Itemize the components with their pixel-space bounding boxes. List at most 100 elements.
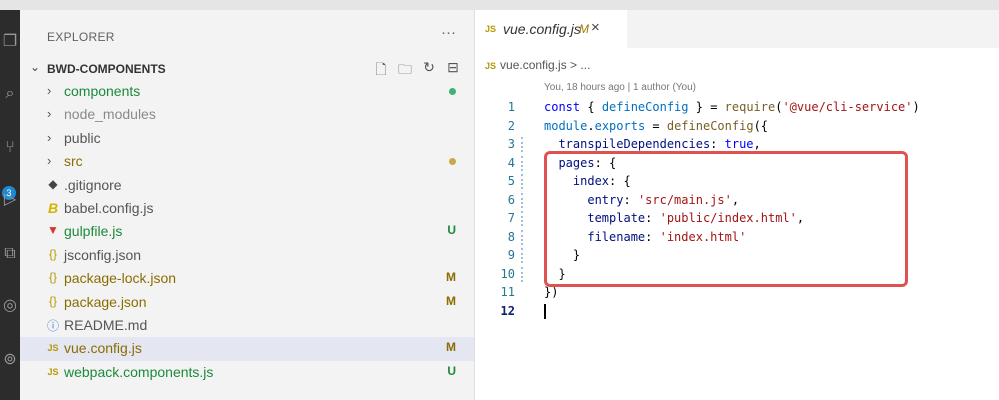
- tree-file-vue-config-js[interactable]: JS vue.config.js M: [20, 337, 474, 361]
- line-number: 6: [507, 192, 515, 207]
- git-diamond-icon: ◆: [48, 176, 58, 191]
- git-gutter-marker: [521, 248, 527, 263]
- git-status-badge: M: [446, 293, 456, 308]
- tree-folder-components[interactable]: › components: [20, 80, 474, 103]
- line-number: 5: [507, 174, 515, 188]
- code-token: transpileDependencies: [558, 137, 711, 151]
- tree-item-label: components: [64, 83, 141, 99]
- tree-item-label: gulpfile.js: [64, 223, 123, 240]
- chevron-right-icon: ›: [47, 106, 52, 122]
- breadcrumb[interactable]: JS vue.config.js > ...: [485, 58, 590, 72]
- tree-item-label: jsconfig.json: [64, 246, 142, 263]
- project-section-header[interactable]: ⌄ BWD-COMPONENTS 🗋 🗀 ↻ ⊟: [20, 58, 474, 80]
- tree-item-label: package-lock.json: [64, 270, 177, 287]
- tree-folder-node_modules[interactable]: › node_modules: [20, 103, 474, 126]
- line-number: 8: [507, 229, 515, 244]
- git-gutter-marker: [521, 192, 527, 208]
- highlight-box: [544, 151, 908, 287]
- text-cursor: [544, 303, 546, 319]
- chevron-right-icon: ›: [47, 153, 52, 169]
- git-change-dot: [449, 88, 456, 95]
- tree-item-label: .gitignore: [64, 176, 122, 193]
- tree-item-label: babel.config.js: [64, 199, 154, 216]
- code-token: true: [724, 137, 754, 151]
- tab-modified-indicator: M: [579, 22, 589, 36]
- git-change-dot: [449, 158, 456, 166]
- babel-icon: B: [47, 199, 59, 216]
- extensions-icon[interactable]: ⧉: [0, 242, 20, 266]
- code-token: }): [544, 285, 559, 299]
- tree-item-label: node_modules: [64, 106, 156, 123]
- code-token: '@vue/cli-service': [782, 100, 913, 114]
- code-line[interactable]: 12: [475, 302, 999, 321]
- js-icon: JS: [485, 61, 497, 71]
- git-gutter-marker: [521, 137, 527, 152]
- git-gutter-marker: [521, 211, 527, 226]
- source-control-icon[interactable]: ⑂: [0, 136, 20, 160]
- more-actions-icon[interactable]: ···: [441, 24, 456, 41]
- git-status-badge: M: [446, 270, 456, 285]
- line-number: 2: [507, 118, 515, 133]
- tree-item-label: vue.config.js: [64, 340, 142, 357]
- tree-folder-src[interactable]: › src: [20, 150, 474, 173]
- tree-file-gulpfile-js[interactable]: ▼ gulpfile.js U: [20, 220, 474, 243]
- tree-file-babel-config-js[interactable]: Bbabel.config.js: [20, 197, 474, 220]
- code-line[interactable]: 2 module.exports = defineConfig({: [475, 117, 999, 136]
- tree-file--gitignore[interactable]: ◆ .gitignore: [20, 174, 474, 197]
- chevron-down-icon: ⌄: [30, 60, 41, 74]
- explorer-title: EXPLORER: [47, 30, 115, 44]
- run-debug-icon[interactable]: ▷: [0, 188, 20, 212]
- tree-item-label: public: [64, 129, 101, 146]
- line-number: 1: [507, 100, 515, 114]
- tree-item-label: src: [64, 153, 83, 170]
- tree-file-package-lock-json[interactable]: {} package-lock.json M: [20, 267, 474, 290]
- top-strip: [0, 0, 999, 10]
- code-text: const { defineConfig } = require('@vue/c…: [544, 98, 920, 117]
- tab-vue-config[interactable]: JS vue.config.js M ×: [475, 10, 627, 48]
- code-token: ({: [753, 118, 769, 133]
- project-name: BWD-COMPONENTS: [47, 62, 166, 76]
- code-token: } =: [688, 100, 725, 114]
- git-status-badge: U: [447, 363, 456, 378]
- close-icon[interactable]: ×: [591, 19, 600, 36]
- info-icon: ⓘ: [46, 318, 59, 333]
- files-icon[interactable]: ❐: [0, 30, 20, 54]
- code-token: ): [912, 100, 920, 114]
- line-number: 4: [507, 155, 515, 170]
- git-gutter-marker: [521, 266, 527, 282]
- js-icon: JS: [485, 24, 497, 34]
- code-token: require: [724, 100, 776, 114]
- code-token: =: [645, 118, 667, 133]
- code-token: defineConfig: [601, 100, 689, 114]
- code-line[interactable]: 1 const { defineConfig } = require('@vue/…: [475, 98, 999, 117]
- git-status-badge: M: [446, 340, 456, 355]
- remote-icon[interactable]: ◎: [0, 294, 20, 318]
- line-number: 3: [507, 137, 515, 151]
- code-token: module: [544, 118, 588, 133]
- line-number: 10: [500, 266, 515, 281]
- breadcrumb-path: vue.config.js > ...: [500, 58, 591, 72]
- code-token: :: [710, 137, 725, 151]
- tree-item-label: README.md: [64, 316, 148, 333]
- tree-file-jsconfig-json[interactable]: {} jsconfig.json: [20, 244, 474, 267]
- tree-file-README-md[interactable]: ⓘ README.md: [20, 314, 474, 337]
- code-text: module.exports = defineConfig({: [544, 117, 768, 136]
- js-icon: JS: [47, 366, 59, 377]
- activity-bar: ❐ ⌕ ⑂ 3 ▷ ⧉ ◎ ⊚: [0, 10, 20, 400]
- code-token: exports: [594, 118, 646, 133]
- tree-file-webpack-components-js[interactable]: JS webpack.components.js U: [20, 361, 474, 384]
- tree-folder-public[interactable]: › public: [20, 127, 474, 150]
- code-token: defineConfig: [666, 118, 754, 133]
- account-icon[interactable]: ⊚: [0, 348, 20, 372]
- codelens-blame[interactable]: You, 18 hours ago | 1 author (You): [544, 82, 696, 93]
- json-braces-icon: {}: [48, 270, 57, 285]
- line-number: 12: [500, 303, 515, 318]
- git-gutter-marker: [521, 174, 527, 189]
- git-status-badge: U: [447, 223, 456, 238]
- chevron-right-icon: ›: [47, 129, 52, 145]
- code-token: ,: [753, 137, 761, 151]
- search-icon[interactable]: ⌕: [0, 82, 20, 106]
- code-token: .: [587, 118, 595, 133]
- tree-file-package-json[interactable]: {} package.json M: [20, 291, 474, 314]
